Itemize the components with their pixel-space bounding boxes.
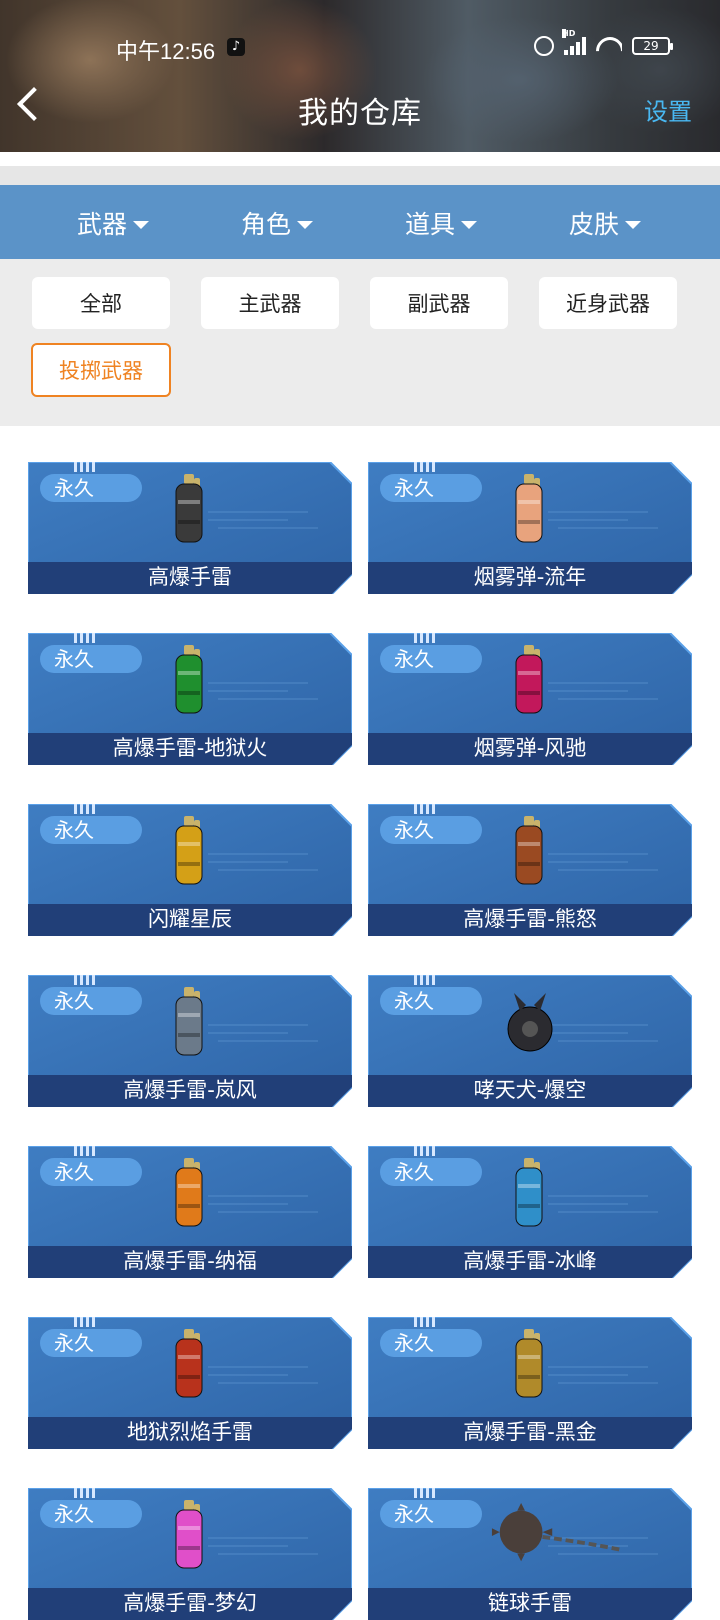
tab-label: 武器 [76, 210, 127, 239]
item-card[interactable]: 永久哮天犬-爆空 [368, 975, 692, 1107]
tab-characters[interactable]: 角色 [216, 196, 338, 250]
item-card[interactable]: 永久闪耀星辰 [28, 804, 352, 936]
signal-icon: HD [562, 29, 586, 55]
item-name: 地狱烈焰手雷 [127, 1420, 253, 1444]
permanent-badge: 永久 [40, 1329, 142, 1357]
permanent-badge: 永久 [40, 987, 142, 1015]
item-card[interactable]: 永久烟雾弹-风驰 [368, 633, 692, 765]
hd-label: HD [562, 29, 576, 38]
tab-label: 道具 [404, 210, 455, 239]
category-tabs: 武器 角色 道具 皮肤 [0, 185, 720, 259]
settings-link[interactable]: 设置 [644, 92, 692, 127]
item-card[interactable]: 永久链球手雷 [368, 1488, 692, 1620]
page-title: 我的仓库 [298, 96, 422, 131]
caret-down-icon [297, 221, 313, 229]
filter-melee[interactable]: 近身武器 [539, 277, 677, 329]
permanent-badge: 永久 [380, 645, 482, 673]
item-name: 烟雾弹-风驰 [473, 736, 587, 760]
item-card[interactable]: 永久高爆手雷-冰峰 [368, 1146, 692, 1278]
filter-all[interactable]: 全部 [32, 277, 170, 329]
item-card[interactable]: 永久高爆手雷-地狱火 [28, 633, 352, 765]
item-name: 高爆手雷-熊怒 [463, 907, 597, 931]
filter-primary[interactable]: 主武器 [201, 277, 339, 329]
item-name: 高爆手雷-梦幻 [123, 1591, 257, 1615]
divider [0, 152, 720, 185]
battery-icon: 29 [632, 37, 673, 55]
status-icons: HD 29 [534, 29, 673, 56]
permanent-badge: 永久 [380, 474, 482, 502]
caret-down-icon [133, 221, 149, 229]
permanent-badge: 永久 [380, 1158, 482, 1186]
item-name: 高爆手雷 [148, 565, 232, 589]
filter-throwable[interactable]: 投掷武器 [31, 343, 171, 397]
permanent-badge: 永久 [380, 816, 482, 844]
item-card[interactable]: 永久高爆手雷-岚风 [28, 975, 352, 1107]
item-card[interactable]: 永久高爆手雷 [28, 462, 352, 594]
permanent-badge: 永久 [40, 1500, 142, 1528]
item-card[interactable]: 永久烟雾弹-流年 [368, 462, 692, 594]
item-card[interactable]: 永久高爆手雷-熊怒 [368, 804, 692, 936]
tab-skins[interactable]: 皮肤 [544, 196, 666, 250]
item-card[interactable]: 永久高爆手雷-黑金 [368, 1317, 692, 1449]
wifi-icon [596, 37, 622, 55]
permanent-badge: 永久 [40, 645, 142, 673]
battery-level: 29 [643, 39, 659, 53]
tab-label: 角色 [240, 210, 291, 239]
item-card[interactable]: 永久高爆手雷-纳福 [28, 1146, 352, 1278]
item-name: 高爆手雷-地狱火 [112, 736, 268, 760]
item-name: 闪耀星辰 [148, 907, 232, 931]
tab-weapons[interactable]: 武器 [52, 196, 174, 250]
status-time: 中午12:56 [116, 39, 216, 64]
item-name: 高爆手雷-黑金 [463, 1420, 597, 1444]
item-name: 链球手雷 [488, 1591, 572, 1615]
permanent-badge: 永久 [380, 1329, 482, 1357]
item-card[interactable]: 永久地狱烈焰手雷 [28, 1317, 352, 1449]
caret-down-icon [625, 221, 641, 229]
permanent-badge: 永久 [40, 816, 142, 844]
status-bar: 中午12:56 ♪ HD 29 [0, 29, 720, 66]
item-name: 高爆手雷-冰峰 [463, 1249, 597, 1273]
filter-secondary[interactable]: 副武器 [370, 277, 508, 329]
permanent-badge: 永久 [40, 1158, 142, 1186]
tiktok-icon: ♪ [227, 38, 245, 56]
item-name: 高爆手雷-纳福 [123, 1249, 257, 1273]
permanent-badge: 永久 [380, 987, 482, 1015]
item-name: 高爆手雷-岚风 [123, 1078, 257, 1102]
caret-down-icon [461, 221, 477, 229]
item-card[interactable]: 永久高爆手雷-梦幻 [28, 1488, 352, 1620]
item-name: 烟雾弹-流年 [473, 565, 587, 589]
tab-props[interactable]: 道具 [380, 196, 502, 250]
tab-label: 皮肤 [568, 210, 619, 239]
permanent-badge: 永久 [380, 1500, 482, 1528]
alarm-icon [534, 36, 554, 56]
permanent-badge: 永久 [40, 474, 142, 502]
subtype-filters: 全部 主武器 副武器 近身武器 投掷武器 [0, 259, 720, 426]
item-name: 哮天犬-爆空 [473, 1078, 587, 1102]
